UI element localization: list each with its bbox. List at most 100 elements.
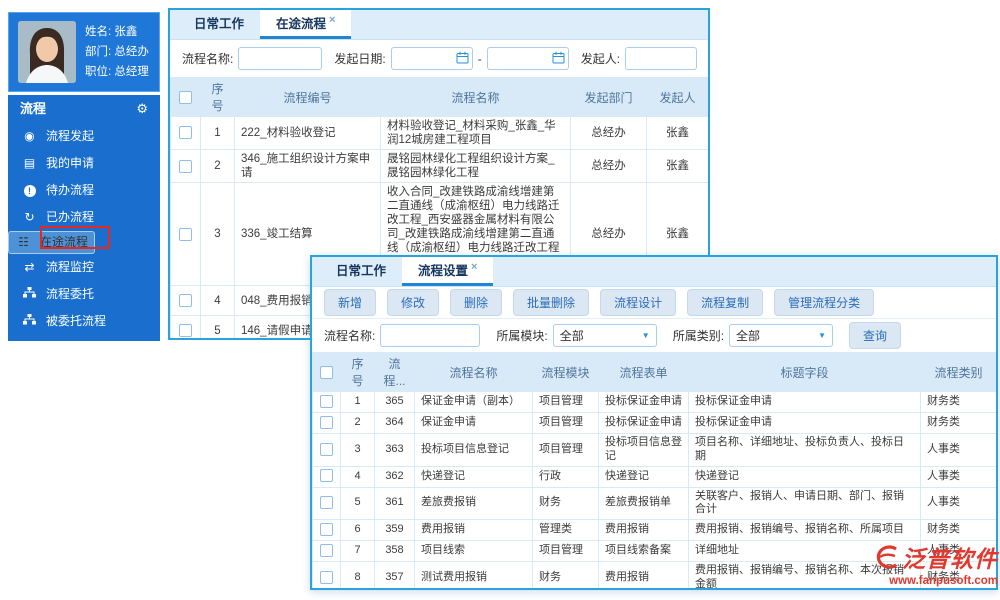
table-cell: 投标项目信息登记	[421, 442, 509, 455]
tab-process-settings[interactable]: 流程设置 ×	[402, 257, 494, 286]
col-header-module: 流程模块	[532, 352, 599, 392]
sidebar-item-todo-processes[interactable]: ! 待办流程	[8, 177, 160, 204]
table-header-row: 序号 流程... 流程名称 流程模块 流程表单 标题字段 流程类别	[312, 352, 996, 392]
category-select[interactable]: 全部 ▼	[729, 324, 834, 347]
sidebar-item-label: 被委托流程	[46, 314, 107, 328]
row-checkbox[interactable]	[179, 294, 192, 308]
chevron-down-icon: ▼	[641, 331, 650, 340]
table-cell: 张鑫	[666, 160, 689, 173]
initiator-input[interactable]	[625, 47, 698, 70]
row-checkbox[interactable]	[320, 442, 333, 456]
table-cell: 关联客户、报销人、申请日期、部门、报销合计	[695, 489, 904, 516]
sidebar-item-process-delegate[interactable]: 流程委托	[8, 281, 160, 308]
table-cell: 投标项目信息登记	[605, 436, 682, 462]
tab-bar: 日常工作 在途流程 ×	[170, 10, 708, 40]
sitemap-icon	[21, 308, 38, 335]
delete-button[interactable]: 删除	[450, 289, 503, 316]
table-cell: 358	[385, 544, 404, 557]
table-row[interactable]: 1 222_材料验收登记 材料验收登记_材料采购_张鑫_华润12城房建工程项目 总经办…	[170, 115, 708, 151]
sidebar: 流程 ⚙ ◉ 流程发起 ▤ 我的申请 ! 待办流程 ↻ 已办流程 ☷ 在途流程 …	[8, 95, 160, 341]
tab-daily-work[interactable]: 日常工作	[178, 10, 260, 39]
table-cell: 项目线索备案	[605, 544, 671, 557]
table-cell: 362	[385, 469, 404, 482]
module-label: 所属模块:	[496, 329, 548, 343]
table-row[interactable]: 2 364 保证金申请 项目管理 投标保证金申请 投标保证金申请 财务类	[312, 412, 996, 434]
table-cell: 人事类	[927, 496, 960, 509]
table-row[interactable]: 6 359 费用报销 管理类 费用报销 费用报销、报销编号、报销名称、所属项目 财务类	[312, 519, 996, 541]
sidebar-item-my-applications[interactable]: ▤ 我的申请	[8, 150, 160, 177]
table-cell: 4	[354, 469, 361, 482]
table-cell: 357	[385, 570, 404, 583]
sidebar-item-process-start[interactable]: ◉ 流程发起	[8, 123, 160, 150]
row-checkbox[interactable]	[320, 570, 333, 584]
row-checkbox[interactable]	[179, 159, 192, 173]
broadcast-icon: ◉	[24, 129, 35, 143]
tab-daily-work[interactable]: 日常工作	[320, 257, 402, 286]
row-checkbox[interactable]	[320, 522, 333, 536]
sidebar-item-label: 我的申请	[46, 156, 95, 170]
table-row[interactable]: 2 346_施工组织设计方案申请 晟铭园林绿化工程组织设计方案_晟铭园林绿化工程 总经…	[170, 149, 708, 184]
process-name-input[interactable]	[380, 324, 481, 347]
sidebar-item-label: 流程监控	[46, 260, 95, 274]
select-all-checkbox[interactable]	[179, 91, 192, 105]
manage-category-button[interactable]: 管理流程分类	[774, 289, 875, 316]
table-cell: 2	[354, 416, 361, 429]
table-row[interactable]: 1 365 保证金申请（副本） 项目管理 投标保证金申请 投标保证金申请 财务类	[312, 391, 996, 413]
close-icon[interactable]: ×	[329, 14, 335, 26]
process-name-input[interactable]	[238, 47, 323, 70]
table-row[interactable]: 3 363 投标项目信息登记 项目管理 投标项目信息登记 项目名称、详细地址、投标负责人、…	[312, 433, 996, 467]
sidebar-item-done-processes[interactable]: ↻ 已办流程	[8, 204, 160, 231]
row-checkbox[interactable]	[320, 394, 333, 408]
calendar-icon	[456, 51, 469, 64]
sidebar-item-in-transit-processes[interactable]: ☷ 在途流程	[8, 231, 96, 254]
table-cell: 365	[385, 395, 404, 408]
sidebar-title: 流程	[20, 101, 47, 116]
row-checkbox[interactable]	[320, 415, 333, 429]
table-row[interactable]: 5 361 差旅费报销 财务 差旅费报销单 关联客户、报销人、申请日期、部门、报销合计 人事…	[312, 486, 996, 520]
search-bar: 流程名称: 发起日期: - 发起人:	[170, 40, 708, 77]
add-button[interactable]: 新增	[324, 289, 377, 316]
toolbar: 新增 修改 删除 批量删除 流程设计 流程复制 管理流程分类	[312, 287, 996, 319]
table-cell: 359	[385, 523, 404, 536]
row-checkbox[interactable]	[179, 324, 192, 338]
table-cell: 总经办	[591, 127, 626, 139]
sidebar-item-delegated-processes[interactable]: 被委托流程	[8, 308, 160, 335]
table-row[interactable]: 4 362 快递登记 行政 快递登记 快递登记 人事类	[312, 465, 996, 488]
chevron-down-icon: ▼	[818, 331, 827, 340]
edit-button[interactable]: 修改	[387, 289, 440, 316]
row-checkbox[interactable]	[179, 126, 192, 140]
close-icon[interactable]: ×	[471, 261, 477, 273]
table-cell: 投标保证金申请	[605, 416, 682, 429]
sitemap-icon	[21, 281, 38, 308]
user-dept: 总经办	[114, 46, 149, 58]
row-checkbox[interactable]	[320, 496, 333, 510]
page: 姓名: 张鑫 部门: 总经办 职位: 总经理 流程 ⚙ ◉ 流程发起 ▤ 我的申…	[0, 0, 1000, 600]
user-position-label: 职位:	[85, 66, 112, 78]
process-name-label: 流程名称:	[324, 329, 376, 343]
row-checkbox[interactable]	[320, 469, 333, 483]
alert-icon: !	[21, 177, 38, 204]
table-cell: 项目管理	[539, 544, 583, 557]
query-button[interactable]: 查询	[849, 322, 902, 349]
table-cell: 张鑫	[666, 228, 689, 241]
row-checkbox[interactable]	[320, 543, 333, 557]
module-select[interactable]: 全部 ▼	[552, 324, 657, 347]
table-cell: 行政	[539, 469, 561, 482]
table-cell: 346_施工组织设计方案申请	[241, 153, 371, 180]
batch-delete-button[interactable]: 批量删除	[513, 289, 590, 316]
table-cell: 项目名称、详细地址、投标负责人、投标日期	[695, 436, 904, 462]
table-cell: 总经办	[591, 160, 626, 173]
select-all-checkbox[interactable]	[320, 366, 333, 380]
process-design-button[interactable]: 流程设计	[600, 289, 677, 316]
process-copy-button[interactable]: 流程复制	[687, 289, 764, 316]
tab-in-transit[interactable]: 在途流程 ×	[260, 10, 352, 39]
table-cell: 2	[214, 160, 221, 173]
row-checkbox[interactable]	[179, 227, 192, 241]
gear-icon[interactable]: ⚙	[136, 95, 148, 123]
user-profile-card: 姓名: 张鑫 部门: 总经办 职位: 总经理	[8, 12, 160, 92]
table-cell: 财务	[539, 496, 561, 509]
table-cell: 保证金申请（副本）	[421, 395, 520, 408]
sidebar-item-process-monitor[interactable]: ⇄ 流程监控	[8, 254, 160, 281]
table-cell: 1	[354, 395, 361, 408]
table-cell: 5	[354, 496, 361, 509]
